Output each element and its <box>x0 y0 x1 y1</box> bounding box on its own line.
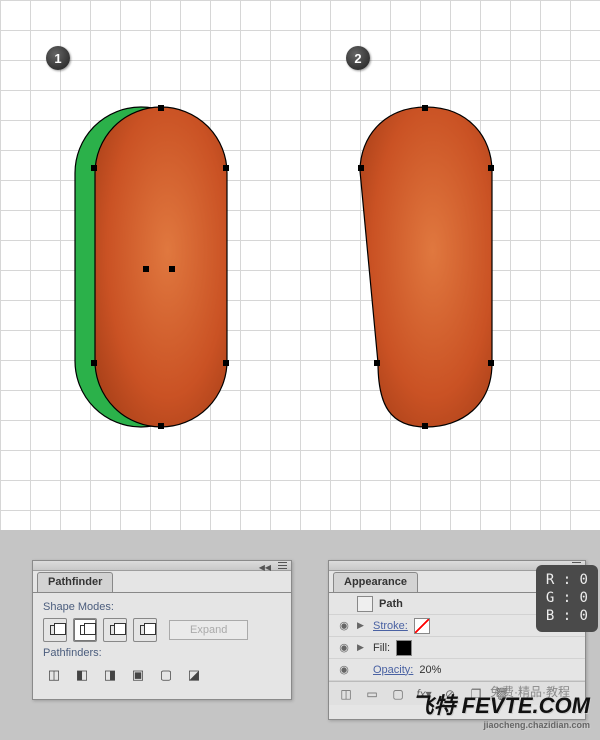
anchor[interactable] <box>158 423 164 429</box>
anchor[interactable] <box>358 165 364 171</box>
shape-modes-label: Shape Modes: <box>43 601 281 613</box>
fill-label: Fill: <box>373 642 390 654</box>
opacity-label[interactable]: Opacity: <box>373 664 413 676</box>
anchor[interactable] <box>169 266 175 272</box>
object-thumb <box>357 596 373 612</box>
anchor[interactable] <box>91 360 97 366</box>
anchor[interactable] <box>158 105 164 111</box>
capsule-left[interactable] <box>73 105 233 445</box>
anchor[interactable] <box>488 360 494 366</box>
pf-merge-button[interactable]: ◨ <box>99 664 121 686</box>
shape-intersect-button[interactable] <box>103 618 127 642</box>
anchor[interactable] <box>91 165 97 171</box>
appearance-opacity-row[interactable]: ◉ Opacity: 20% <box>329 659 585 681</box>
tab-pathfinder[interactable]: Pathfinder <box>37 572 113 592</box>
minus-front-icon <box>80 625 90 635</box>
stroke-label[interactable]: Stroke: <box>373 620 408 632</box>
anchor[interactable] <box>422 105 428 111</box>
appearance-fill-row[interactable]: ◉ ▶ Fill: <box>329 637 585 659</box>
rgb-b: B : 0 <box>546 607 588 625</box>
chevron-right-icon[interactable]: ▶ <box>357 620 367 631</box>
step-badge-1: 1 <box>46 46 70 70</box>
exclude-icon <box>140 625 150 635</box>
rgb-readout: R : 0 G : 0 B : 0 <box>536 565 598 632</box>
pf-outline-button[interactable]: ▢ <box>155 664 177 686</box>
shape-minus-front-button[interactable] <box>73 618 97 642</box>
pf-minus-back-button[interactable]: ◪ <box>183 664 205 686</box>
stroke-swatch[interactable] <box>414 618 430 634</box>
object-label: Path <box>379 598 403 610</box>
artboard: 1 2 <box>0 0 600 530</box>
anchor[interactable] <box>422 423 428 429</box>
panel-menu-icon[interactable] <box>278 562 287 569</box>
visibility-toggle[interactable]: ◉ <box>337 619 351 632</box>
panel-flyout-bar: ◀◀ <box>33 561 291 571</box>
anchor[interactable] <box>374 360 380 366</box>
pathfinder-panel: ◀◀ Pathfinder Shape Modes: Expand Pathfi… <box>32 560 292 700</box>
no-selection-icon: ◫ <box>337 685 355 703</box>
shape-unite-button[interactable] <box>43 618 67 642</box>
rgb-r: R : 0 <box>546 571 588 589</box>
visibility-toggle[interactable]: ◉ <box>337 641 351 654</box>
expand-button: Expand <box>169 620 248 640</box>
rgb-g: G : 0 <box>546 589 588 607</box>
anchor[interactable] <box>488 165 494 171</box>
visibility-toggle[interactable]: ◉ <box>337 663 351 676</box>
pf-crop-button[interactable]: ▣ <box>127 664 149 686</box>
shape-exclude-button[interactable] <box>133 618 157 642</box>
pf-divide-button[interactable]: ◫ <box>43 664 65 686</box>
fill-swatch[interactable] <box>396 640 412 656</box>
tab-appearance[interactable]: Appearance <box>333 572 418 592</box>
intersect-icon <box>110 625 120 635</box>
pf-trim-button[interactable]: ◧ <box>71 664 93 686</box>
unite-icon <box>50 625 60 635</box>
watermark: 飞特 FEVTE.COM jiaocheng.chazidian.com <box>412 688 590 730</box>
chevron-right-icon[interactable]: ▶ <box>357 642 367 653</box>
anchor[interactable] <box>223 165 229 171</box>
collapse-icon[interactable]: ◀◀ <box>259 563 271 572</box>
new-stroke-icon[interactable]: ▢ <box>389 685 407 703</box>
anchor[interactable] <box>223 360 229 366</box>
capsule-right[interactable] <box>358 105 518 445</box>
anchor[interactable] <box>143 266 149 272</box>
pathfinders-label: Pathfinders: <box>43 647 281 659</box>
step-badge-2: 2 <box>346 46 370 70</box>
opacity-value: 20% <box>419 664 441 676</box>
new-fill-icon[interactable]: ▭ <box>363 685 381 703</box>
tab-row: Pathfinder <box>33 571 291 593</box>
